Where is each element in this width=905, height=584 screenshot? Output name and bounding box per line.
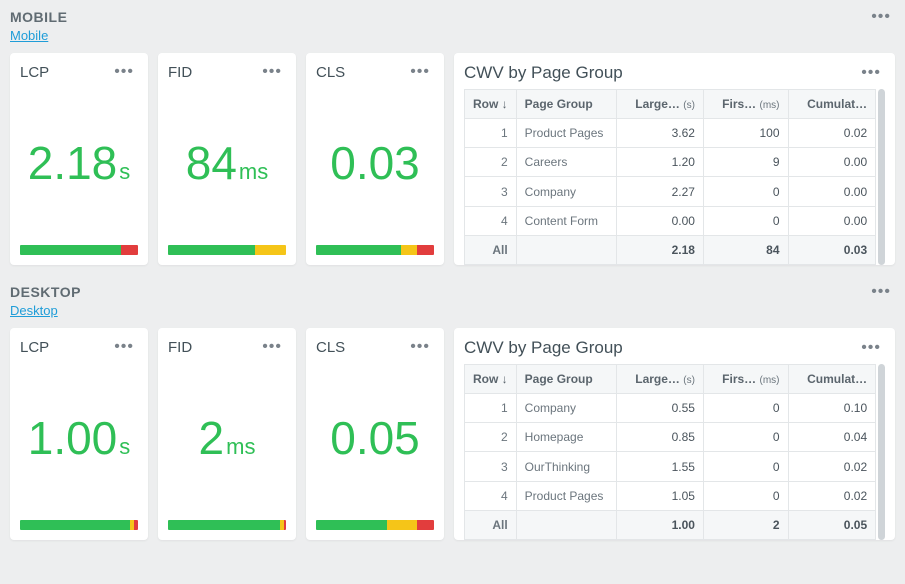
metric-title: CLS: [316, 64, 345, 81]
table-row[interactable]: 1Product Pages3.621000.02: [465, 119, 876, 148]
distribution-bar: [168, 245, 286, 255]
table-title: CWV by Page Group: [464, 338, 623, 358]
table-title: CWV by Page Group: [464, 63, 623, 83]
table-row[interactable]: 2Homepage0.8500.04: [465, 423, 876, 452]
table-row[interactable]: 4Content Form0.0000.00: [465, 206, 876, 235]
section-link-desktop[interactable]: Desktop: [0, 301, 68, 324]
metric-card-cls[interactable]: CLS ••• 0.03: [306, 53, 444, 265]
table-header[interactable]: Page Group: [516, 90, 616, 119]
dashboard-row-desktop: LCP ••• 1.00s FID ••• 2ms CLS ••• 0.05 CWV by Pag…: [0, 324, 905, 550]
metric-title: CLS: [316, 339, 345, 356]
more-icon[interactable]: •••: [258, 63, 286, 81]
metric-value: 0.03: [330, 136, 420, 190]
metric-card-fid[interactable]: FID ••• 2ms: [158, 328, 296, 540]
metric-card-lcp[interactable]: LCP ••• 1.00s: [10, 328, 148, 540]
more-icon[interactable]: •••: [857, 339, 885, 357]
table-row[interactable]: 3Company2.2700.00: [465, 177, 876, 206]
scrollbar[interactable]: [878, 89, 885, 265]
more-icon[interactable]: •••: [406, 63, 434, 81]
section-header-desktop: DESKTOP •••: [0, 275, 905, 301]
distribution-bar: [20, 520, 138, 530]
section-title: MOBILE: [10, 9, 67, 25]
more-icon[interactable]: •••: [406, 338, 434, 356]
metric-value: 0.05: [330, 411, 420, 465]
metric-value: 84ms: [186, 136, 269, 190]
section-title: DESKTOP: [10, 284, 81, 300]
table-row[interactable]: 3OurThinking1.5500.02: [465, 452, 876, 481]
metric-title: FID: [168, 339, 192, 356]
more-icon[interactable]: •••: [867, 283, 895, 301]
metric-title: LCP: [20, 339, 49, 356]
distribution-bar: [316, 520, 434, 530]
table-header[interactable]: Firs… (ms): [703, 365, 788, 394]
table-row-all[interactable]: All2.18840.03: [465, 235, 876, 264]
table-header[interactable]: Row ↓: [465, 365, 517, 394]
table-header[interactable]: Page Group: [516, 365, 616, 394]
table-header[interactable]: Large… (s): [616, 365, 703, 394]
dashboard-row-mobile: LCP ••• 2.18s FID ••• 84ms CLS ••• 0.03 CWV by Pa…: [0, 49, 905, 275]
table-row[interactable]: 1Company0.5500.10: [465, 394, 876, 423]
sort-arrow-down-icon: ↓: [502, 372, 508, 386]
cwv-table: Row ↓Page GroupLarge… (s)Firs… (ms)Cumul…: [464, 364, 876, 540]
more-icon[interactable]: •••: [857, 64, 885, 82]
table-header[interactable]: Row ↓: [465, 90, 517, 119]
table-header[interactable]: Cumulat…: [788, 90, 876, 119]
distribution-bar: [316, 245, 434, 255]
table-card-cwv: CWV by Page Group ••• Row ↓Page GroupLarge…: [454, 53, 895, 265]
more-icon[interactable]: •••: [110, 338, 138, 356]
table-row[interactable]: 2Careers1.2090.00: [465, 148, 876, 177]
metric-value: 1.00s: [28, 411, 131, 465]
metric-card-lcp[interactable]: LCP ••• 2.18s: [10, 53, 148, 265]
more-icon[interactable]: •••: [110, 63, 138, 81]
distribution-bar: [168, 520, 286, 530]
scrollbar[interactable]: [878, 364, 885, 540]
sort-arrow-down-icon: ↓: [502, 97, 508, 111]
distribution-bar: [20, 245, 138, 255]
more-icon[interactable]: •••: [867, 8, 895, 26]
metric-title: FID: [168, 64, 192, 81]
metric-card-fid[interactable]: FID ••• 84ms: [158, 53, 296, 265]
metric-value: 2ms: [199, 411, 256, 465]
table-card-cwv: CWV by Page Group ••• Row ↓Page GroupLarge…: [454, 328, 895, 540]
table-header[interactable]: Firs… (ms): [703, 90, 788, 119]
metric-value: 2.18s: [28, 136, 131, 190]
section-link-mobile[interactable]: Mobile: [0, 26, 58, 49]
section-header-mobile: MOBILE •••: [0, 0, 905, 26]
table-header[interactable]: Cumulat…: [788, 365, 876, 394]
metric-title: LCP: [20, 64, 49, 81]
cwv-table: Row ↓Page GroupLarge… (s)Firs… (ms)Cumul…: [464, 89, 876, 265]
table-header[interactable]: Large… (s): [616, 90, 703, 119]
more-icon[interactable]: •••: [258, 338, 286, 356]
metric-card-cls[interactable]: CLS ••• 0.05: [306, 328, 444, 540]
table-row-all[interactable]: All1.0020.05: [465, 510, 876, 539]
table-row[interactable]: 4Product Pages1.0500.02: [465, 481, 876, 510]
